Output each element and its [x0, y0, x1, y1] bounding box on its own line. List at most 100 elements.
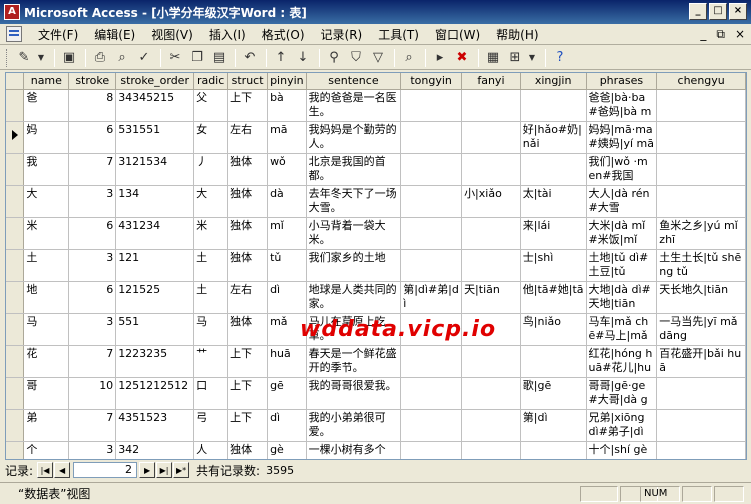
column-header[interactable]: stroke_order	[115, 73, 195, 90]
cell-fanyi[interactable]	[461, 153, 521, 186]
menu-window[interactable]: 窗口(W)	[427, 26, 488, 43]
cell-xingjin[interactable]	[520, 345, 587, 378]
cell-stroke[interactable]: 7	[68, 345, 117, 378]
cell-phrases[interactable]: 马车|mǎ chē#马上|mǎ	[586, 313, 658, 346]
child-restore-button[interactable]: ⧉	[716, 27, 725, 42]
cell-name[interactable]: 米	[23, 217, 70, 250]
table-row[interactable]: 我 7 3121534 丿 独体 wǒ 北京是我国的首都。 我们|wǒ ·men#我国	[6, 153, 746, 186]
cell-radic[interactable]: 米	[193, 217, 229, 250]
cell-xingjin[interactable]: 歌|gē	[520, 377, 587, 410]
cell-chengyu[interactable]: 天长地久|tiān	[656, 281, 746, 314]
filter-by-selection-icon[interactable]: ⚲	[324, 48, 344, 68]
cell-struct[interactable]: 上下	[227, 409, 269, 442]
column-header[interactable]: pinyin	[267, 73, 307, 90]
record-selector[interactable]	[6, 185, 25, 218]
cell-tongyin[interactable]	[400, 121, 463, 154]
cell-phrases[interactable]: 大人|dà rén#大雪	[586, 185, 658, 218]
table-row[interactable]: 弟 7 4351523 弓 上下 dì 我的小弟弟很可爱。 第|dì 兄弟|xiōng dì#弟…	[6, 409, 746, 442]
copy-icon[interactable]: ❐	[187, 48, 207, 68]
cell-name[interactable]: 弟	[23, 409, 70, 442]
cell-pinyin[interactable]: mǎ	[267, 313, 307, 346]
cell-stroke_order[interactable]: 431234	[115, 217, 195, 250]
cell-name[interactable]: 哥	[23, 377, 70, 410]
cell-struct[interactable]: 独体	[227, 153, 269, 186]
cell-stroke[interactable]: 7	[68, 409, 117, 442]
column-header[interactable]: struct	[227, 73, 269, 90]
table-row[interactable]: 爸 8 34345215 父 上下 bà 我的爸爸是一名医生。 爸爸|bà·ba #爸妈|bà…	[6, 89, 746, 122]
cell-chengyu[interactable]	[656, 89, 746, 122]
cell-phrases[interactable]: 大米|dà mǐ#米饭|mǐ	[586, 217, 658, 250]
column-header[interactable]: phrases	[586, 73, 658, 90]
current-record-input[interactable]: 2	[73, 462, 138, 478]
cell-xingjin[interactable]: 第|dì	[520, 409, 587, 442]
record-selector[interactable]	[6, 249, 25, 282]
column-header[interactable]: stroke	[68, 73, 117, 90]
menu-tools[interactable]: 工具(T)	[370, 26, 427, 43]
cell-name[interactable]: 我	[23, 153, 70, 186]
cell-struct[interactable]: 上下	[227, 89, 269, 122]
paste-icon[interactable]: ▤	[209, 48, 229, 68]
cell-sentence[interactable]: 我的哥哥很爱我。	[306, 377, 402, 410]
table-row[interactable]: 地 6 121525 土 左右 dì 地球是人类共同的家。 第|dì#弟|dì 天|tiān 他|…	[6, 281, 746, 314]
cell-radic[interactable]: 女	[193, 121, 229, 154]
filter-by-form-icon[interactable]: ⛉	[346, 48, 366, 68]
cell-fanyi[interactable]	[461, 89, 521, 122]
cell-stroke_order[interactable]: 134	[115, 185, 195, 218]
cell-pinyin[interactable]: mā	[267, 121, 307, 154]
menu-view[interactable]: 视图(V)	[143, 26, 201, 43]
sort-descending-icon[interactable]: ↓	[293, 48, 313, 68]
cell-radic[interactable]: 土	[193, 281, 229, 314]
table-row[interactable]: 土 3 121 土 独体 tǔ 我们家乡的土地 士|shì 土地|tǔ dì#土豆|tǔ 土生土长…	[6, 249, 746, 282]
menu-edit[interactable]: 编辑(E)	[86, 26, 143, 43]
cell-tongyin[interactable]	[400, 409, 463, 442]
cell-struct[interactable]: 独体	[227, 441, 269, 459]
new-record-nav-button[interactable]: ▶*	[173, 462, 190, 478]
record-selector[interactable]	[6, 441, 25, 459]
maximize-button[interactable]: □	[709, 3, 727, 20]
first-record-button[interactable]: |◀	[37, 462, 54, 478]
cell-fanyi[interactable]	[461, 121, 521, 154]
chevron-down-icon[interactable]: ▼	[36, 48, 46, 68]
cell-xingjin[interactable]: 太|tài	[520, 185, 587, 218]
record-selector[interactable]	[6, 409, 25, 442]
menu-format[interactable]: 格式(O)	[254, 26, 313, 43]
cell-stroke_order[interactable]: 342	[115, 441, 195, 459]
cell-fanyi[interactable]	[461, 377, 521, 410]
child-minimize-button[interactable]: _	[700, 27, 706, 42]
cell-sentence[interactable]: 去年冬天下了一场大雪。	[306, 185, 402, 218]
cell-stroke[interactable]: 3	[68, 249, 117, 282]
table-row[interactable]: 花 7 1223235 艹 上下 huā 春天是一个鲜花盛开的季节。 红花|hóng huā#…	[6, 345, 746, 378]
save-icon[interactable]: ▣	[59, 48, 79, 68]
toolbar-grip[interactable]	[6, 48, 9, 67]
cell-radic[interactable]: 艹	[193, 345, 229, 378]
cell-pinyin[interactable]: tǔ	[267, 249, 307, 282]
cell-name[interactable]: 马	[23, 313, 70, 346]
cell-stroke_order[interactable]: 34345215	[115, 89, 195, 122]
cell-xingjin[interactable]: 鸟|niǎo	[520, 313, 587, 346]
cell-pinyin[interactable]: wǒ	[267, 153, 307, 186]
cell-struct[interactable]: 上下	[227, 377, 269, 410]
cell-pinyin[interactable]: mǐ	[267, 217, 307, 250]
cell-tongyin[interactable]	[400, 185, 463, 218]
cell-sentence[interactable]: 小马背着一袋大米。	[306, 217, 402, 250]
table-row[interactable]: 马 3 551 马 独体 mǎ 马儿在草原上吃草。 鸟|niǎo 马车|mǎ chē#马上|mǎ…	[6, 313, 746, 346]
cell-sentence[interactable]: 我的爸爸是一名医生。	[306, 89, 402, 122]
previous-record-button[interactable]: ◀	[54, 462, 71, 478]
cell-struct[interactable]: 左右	[227, 121, 269, 154]
chevron-down-icon[interactable]: ▼	[527, 48, 537, 68]
record-selector[interactable]	[6, 121, 25, 154]
cell-fanyi[interactable]: 小|xiǎo	[461, 185, 521, 218]
cell-xingjin[interactable]: 士|shì	[520, 249, 587, 282]
cell-stroke_order[interactable]: 551	[115, 313, 195, 346]
cell-phrases[interactable]: 哥哥|gē·ge#大哥|dà gē	[586, 377, 658, 410]
access-app-icon[interactable]: A	[4, 4, 20, 20]
menu-help[interactable]: 帮助(H)	[488, 26, 546, 43]
record-selector[interactable]	[6, 345, 25, 378]
cell-struct[interactable]: 独体	[227, 313, 269, 346]
cell-sentence[interactable]: 我的小弟弟很可爱。	[306, 409, 402, 442]
cell-sentence[interactable]: 春天是一个鲜花盛开的季节。	[306, 345, 402, 378]
datasheet-grid[interactable]: name stroke stroke_order radic struct pi…	[5, 72, 747, 460]
cell-stroke[interactable]: 8	[68, 89, 117, 122]
cell-chengyu[interactable]: 鱼米之乡|yú mǐ zhī	[656, 217, 746, 250]
cell-radic[interactable]: 口	[193, 377, 229, 410]
